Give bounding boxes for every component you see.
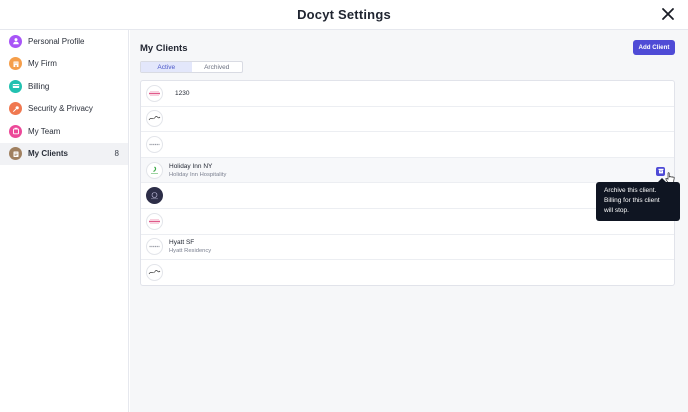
client-row[interactable] (141, 132, 674, 158)
client-subtitle: Holiday Inn Hospitality (169, 171, 227, 178)
hyatt-logo-icon (146, 135, 163, 153)
sidebar-item-label: Security & Privacy (28, 104, 93, 114)
client-row[interactable] (141, 183, 674, 209)
archive-button[interactable] (656, 166, 665, 176)
key-icon (9, 102, 22, 116)
sidebar-item-label: Billing (28, 81, 50, 91)
building-icon (9, 57, 22, 71)
archive-icon (658, 169, 663, 174)
user-icon (9, 34, 22, 48)
main-panel: My Clients Add Client Active Archived 12… (130, 30, 688, 412)
client-name: Hyatt SF (169, 239, 195, 247)
client-row[interactable]: 1230 (141, 81, 674, 107)
clients-icon (9, 147, 22, 161)
client-row[interactable]: Holiday Inn NY Holiday Inn Hospitality (141, 157, 674, 184)
sidebar-item-label: My Clients (28, 149, 69, 159)
sidebar-item-my-clients[interactable]: My Clients 8 (0, 142, 128, 165)
tab-active[interactable]: Active (141, 62, 192, 72)
holiday-inn-logo-icon (146, 161, 163, 179)
sidebar-item-my-team[interactable]: My Team (0, 120, 128, 143)
script-logo-icon (146, 110, 163, 128)
client-row[interactable]: Hyatt SF Hyatt Residency (141, 235, 674, 261)
sidebar-item-billing[interactable]: Billing (0, 75, 128, 98)
section-title: My Clients (140, 43, 188, 54)
archive-tooltip: Archive this client. Billing for this cl… (596, 178, 680, 221)
billing-icon (9, 79, 22, 93)
tab-archived[interactable]: Archived (192, 62, 243, 72)
client-name: 1230 (175, 89, 190, 97)
client-row[interactable] (141, 209, 674, 235)
sidebar-item-my-firm[interactable]: My Firm (0, 53, 128, 76)
sidebar-item-label: Personal Profile (28, 36, 85, 46)
client-subtitle: Hyatt Residency (169, 248, 212, 255)
dark-logo-icon (146, 187, 163, 205)
client-list: 1230 Holiday Inn NY Holiday Inn Hospital… (140, 80, 675, 286)
header: Docyt Settings (0, 0, 688, 30)
close-icon[interactable] (660, 6, 676, 22)
hilton-logo-icon (146, 84, 163, 102)
sidebar-item-label: My Firm (28, 59, 57, 69)
hilton-logo-icon (146, 212, 163, 230)
sidebar-item-label: My Team (28, 126, 61, 136)
hyatt-logo-icon (146, 238, 163, 256)
sidebar: Personal Profile My Firm Billing Securit… (0, 30, 129, 412)
tooltip-line: Archive this client. (604, 187, 657, 194)
script-logo-icon (146, 264, 163, 282)
client-row[interactable] (141, 260, 674, 285)
client-name: Holiday Inn NY (169, 162, 213, 170)
tooltip-line: Billing for this client (604, 197, 660, 204)
sidebar-item-security-privacy[interactable]: Security & Privacy (0, 98, 128, 121)
client-count-badge: 8 (114, 149, 119, 159)
sidebar-item-personal-profile[interactable]: Personal Profile (0, 30, 128, 53)
client-status-tabs: Active Archived (140, 61, 243, 73)
tooltip-line: will stop. (604, 207, 629, 214)
add-client-button[interactable]: Add Client (633, 40, 675, 55)
page-title: Docyt Settings (297, 7, 391, 22)
team-icon (9, 124, 22, 138)
client-row[interactable] (141, 107, 674, 133)
